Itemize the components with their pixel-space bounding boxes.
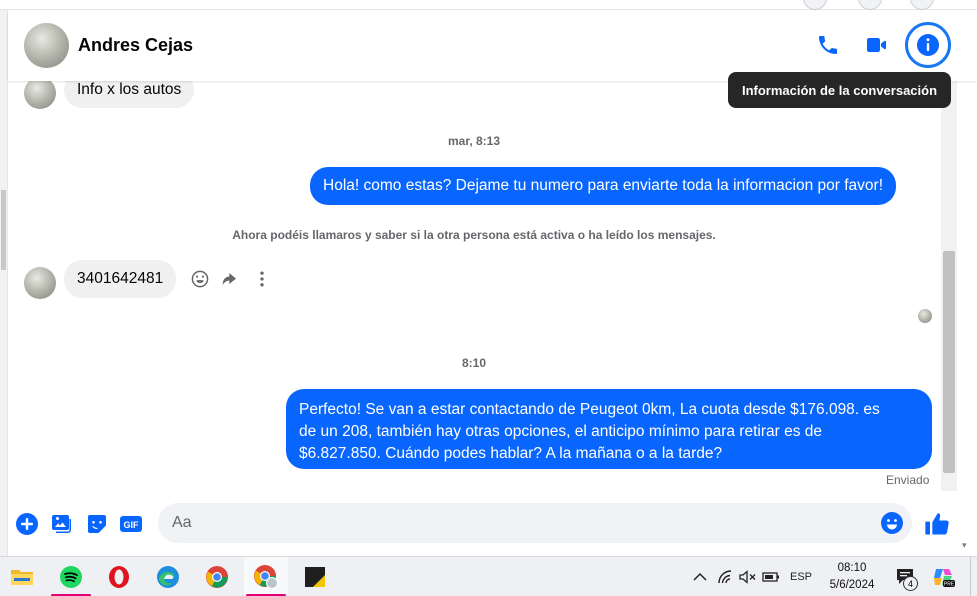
message-line: $6.827.850. Cuándo podes hablar? A la ma… [299, 445, 723, 462]
opera-icon [109, 566, 129, 588]
audio-call-button[interactable] [808, 25, 848, 65]
sticker-button[interactable] [84, 511, 110, 537]
top-round-button[interactable] [858, 0, 882, 10]
spotify-icon [60, 566, 82, 588]
taskbar-sticky-app[interactable] [293, 557, 337, 596]
conversation-header: Andres Cejas [8, 11, 977, 81]
show-hidden-icons-button[interactable] [690, 567, 710, 587]
emoji-icon[interactable] [880, 511, 904, 535]
message-line: de un 208, también hay otras opciones, e… [299, 423, 822, 440]
thread-scrollbar[interactable] [941, 81, 957, 491]
message-line: Perfecto! Se van a estar contactando de … [299, 401, 880, 418]
copilot-icon: PRE [934, 569, 955, 588]
message-input[interactable]: Aa [158, 503, 912, 543]
phone-icon [819, 36, 837, 54]
sticky-note-icon [305, 567, 325, 587]
smiley-icon [191, 270, 209, 288]
taskbar-spotify[interactable] [49, 557, 93, 596]
sender-avatar[interactable] [24, 267, 56, 299]
notification-count-badge: 4 [903, 576, 918, 591]
input-language[interactable]: ESP [786, 567, 816, 587]
taskbar-opera[interactable] [97, 557, 141, 596]
system-clock[interactable]: 08:10 5/6/2024 [820, 560, 884, 594]
top-round-button[interactable] [803, 0, 827, 10]
more-actions-button[interactable] [14, 511, 40, 537]
message-composer: GIF Aa [8, 491, 977, 556]
top-round-button[interactable] [910, 0, 934, 10]
message-timestamp: mar, 8:13 [447, 134, 501, 148]
edge-icon [157, 566, 179, 588]
chrome-icon [206, 566, 228, 588]
vertical-dots-icon [260, 271, 264, 287]
thumbs-up-icon [925, 513, 949, 535]
react-button[interactable] [189, 268, 211, 290]
left-panel-scrollbar[interactable] [0, 10, 8, 556]
message-timestamp: 8:10 [461, 356, 487, 370]
clock-time: 08:10 [837, 562, 867, 574]
chrome-profile-icon [254, 565, 278, 589]
taskbar-chrome[interactable] [195, 557, 239, 596]
like-button[interactable] [922, 509, 952, 539]
wifi-icon [718, 570, 732, 584]
gif-icon: GIF [120, 516, 142, 532]
sticker-icon [88, 515, 106, 533]
battery-charging-icon [762, 572, 779, 582]
volume-muted-icon [739, 570, 756, 584]
battery-status[interactable] [760, 567, 782, 587]
delivery-status: Enviado [886, 473, 930, 487]
volume-status[interactable] [737, 567, 759, 587]
incoming-message[interactable]: Info x los autos [64, 81, 195, 108]
reply-button[interactable] [220, 268, 242, 290]
contact-avatar[interactable] [24, 23, 69, 68]
plus-circle-icon [16, 513, 38, 535]
taskbar-chrome-profile[interactable] [244, 557, 288, 596]
scrollbar-thumb[interactable] [943, 251, 955, 473]
message-input-placeholder: Aa [172, 514, 192, 531]
info-icon [917, 34, 939, 56]
video-call-button[interactable] [856, 25, 896, 65]
sender-avatar[interactable] [24, 81, 56, 109]
copilot-button[interactable]: PRE [930, 567, 956, 588]
reply-arrow-icon [222, 273, 236, 285]
more-options-button[interactable] [251, 268, 273, 290]
contact-name[interactable]: Andres Cejas [78, 35, 193, 56]
taskbar-edge[interactable] [146, 557, 190, 596]
clock-date: 5/6/2024 [829, 579, 875, 591]
seen-indicator-avatar [918, 309, 932, 323]
video-camera-icon [867, 38, 886, 52]
outgoing-message[interactable]: Hola! como estas? Dejame tu numero para … [310, 167, 897, 205]
folder-icon [11, 570, 33, 585]
network-status[interactable] [714, 567, 736, 587]
system-notice: Ahora podéis llamaros y saber si la otra… [232, 228, 716, 242]
show-desktop-button[interactable] [970, 557, 977, 596]
image-icon [52, 515, 71, 533]
copilot-badge-text: PRE [944, 582, 955, 588]
message-thread[interactable]: Info x los autos mar, 8:13 Hola! como es… [8, 81, 940, 491]
outgoing-message[interactable]: Perfecto! Se van a estar contactando de … [286, 389, 932, 469]
gif-button[interactable]: GIF [118, 511, 144, 537]
scroll-down-arrow[interactable]: ▾ [962, 540, 972, 550]
incoming-message[interactable]: 3401642481 [64, 260, 177, 298]
windows-taskbar: ESP 08:10 5/6/2024 PRE [0, 556, 977, 596]
chevron-up-icon [693, 572, 707, 581]
conversation-info-button[interactable] [905, 22, 951, 68]
attach-photo-button[interactable] [49, 511, 75, 537]
taskbar-file-explorer[interactable] [0, 557, 44, 596]
gif-text: GIF [124, 520, 140, 530]
window-top-strip [0, 0, 977, 10]
info-tooltip: Información de la conversación [728, 72, 951, 108]
scrollbar-thumb[interactable] [1, 190, 6, 270]
